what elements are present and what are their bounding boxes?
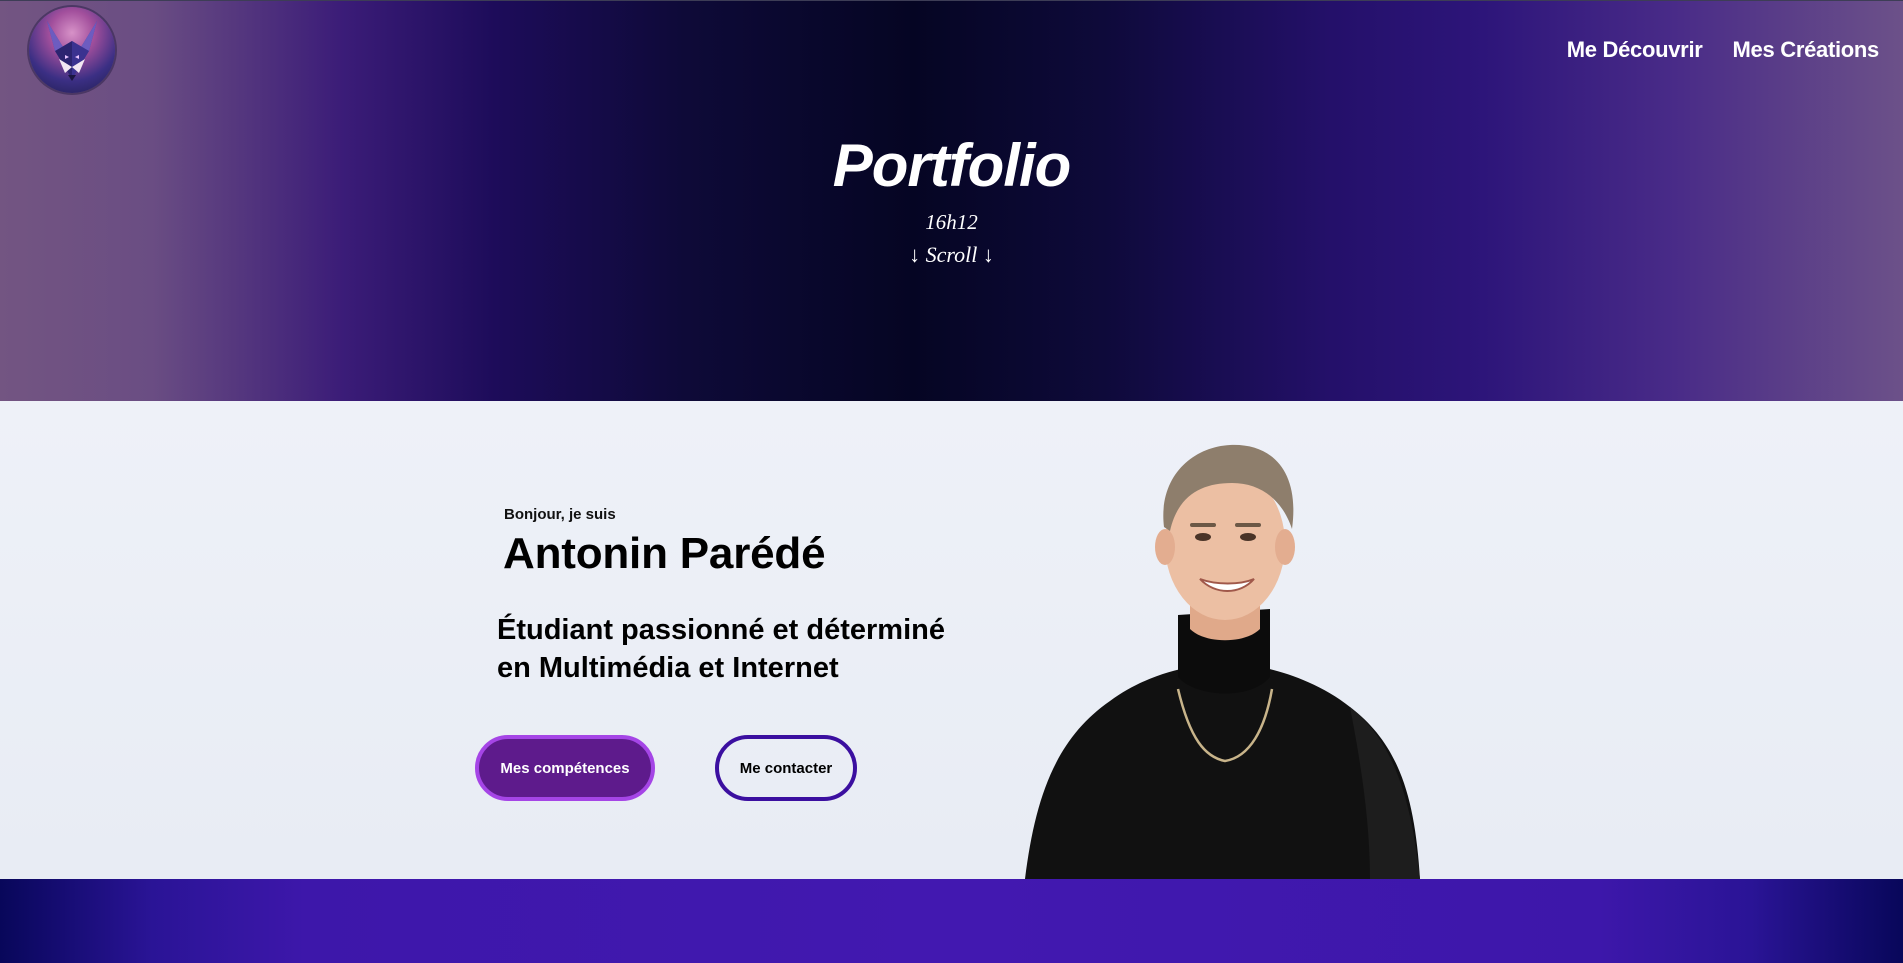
contact-button[interactable]: Me contacter — [715, 735, 857, 801]
tagline: Étudiant passionné et déterminé en Multi… — [497, 611, 1017, 687]
main-nav: Me Découvrir Mes Créations — [1567, 37, 1880, 63]
portrait-photo — [1020, 439, 1430, 879]
person-name: Antonin Parédé — [503, 529, 826, 578]
skills-button[interactable]: Mes compétences — [475, 735, 655, 801]
tagline-line-1: Étudiant passionné et déterminé — [497, 614, 945, 646]
greeting-text: Bonjour, je suis — [504, 506, 616, 523]
fox-logo-icon[interactable] — [29, 7, 115, 93]
scroll-indicator[interactable]: ↓ Scroll ↓ — [0, 242, 1903, 268]
nav-link-creations[interactable]: Mes Créations — [1733, 37, 1880, 63]
nav-link-decouvrir[interactable]: Me Découvrir — [1567, 37, 1703, 63]
hero-title: Portfolio — [832, 132, 1072, 199]
intro-section: Bonjour, je suis Antonin Parédé Étudiant… — [0, 401, 1903, 879]
next-section-band — [0, 879, 1903, 963]
tagline-line-2: en Multimédia et Internet — [497, 652, 839, 684]
hero-banner: Me Découvrir Mes Créations Portfolio 16h… — [0, 0, 1903, 401]
hero-time: 16h12 — [925, 210, 978, 234]
